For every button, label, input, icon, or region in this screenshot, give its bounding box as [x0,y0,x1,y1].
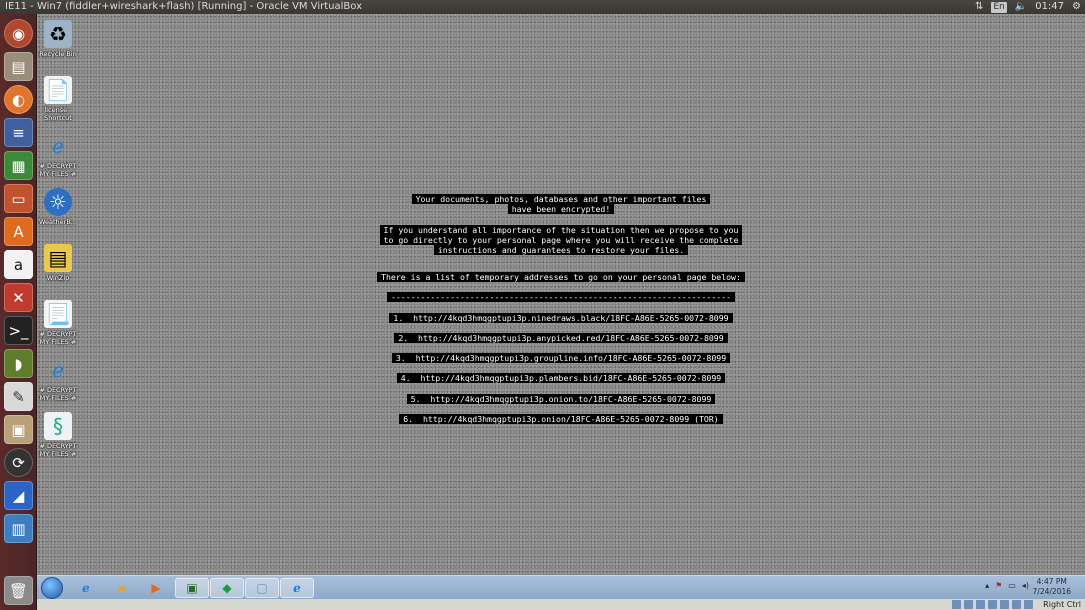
ransom-note-heading: Your documents, photos, databases and ot… [37,194,1085,214]
taskbar-internet-explorer-icon[interactable]: ℯ [69,578,103,598]
trash-icon[interactable]: 🗑 [4,576,33,605]
amazon-icon[interactable]: a [4,250,33,279]
taskbar-window-icon[interactable]: ▢ [245,578,279,598]
taskbar-explorer-icon[interactable]: ▰ [105,578,139,598]
tray-arrow-icon[interactable]: ▴ [985,581,989,590]
document-shortcut-icon: 📄 [44,76,72,104]
display-indicator-icon[interactable] [1000,600,1009,609]
ransom-line: to go directly to your personal page whe… [379,235,743,245]
volume-icon[interactable]: 🔈 [1015,0,1027,14]
virtualbox-icon[interactable]: ▥ [4,514,33,543]
ransom-note-separator: ----------------------------------------… [37,285,1085,304]
firefox-icon[interactable]: ◐ [4,85,33,114]
desktop-icon-license-shortcut[interactable]: 📄 license - Shortcut [36,76,80,122]
taskbar-media-player-icon[interactable]: ▶ [139,578,173,598]
recycle-bin-icon: ♻ [44,20,72,48]
ransom-link-3: 3. http://4kqd3hmqgptupi3p.groupline.inf… [37,346,1085,365]
taskbar-network-monitor-icon[interactable]: ▣ [175,578,209,598]
ransom-note-instructions: If you understand all importance of the … [37,225,1085,255]
ransom-line: If you understand all importance of the … [379,225,743,235]
virtualbox-status-bar: Right Ctrl [37,599,1085,610]
terminal-icon[interactable]: >_ [4,316,33,345]
ransom-link-4: 4. http://4kqd3hmqgptupi3p.plambers.bid/… [37,366,1085,385]
ransom-line: Your documents, photos, databases and ot… [411,194,711,204]
windows-taskbar: ℯ ▰ ▶ ▣ ◆ ▢ ℯ ▴ ⚑ ▭ ◂) 4:47 PM 7/24/2016 [37,575,1085,599]
host-key-label: Right Ctrl [1043,600,1081,609]
taskbar-fiddler-icon[interactable]: ◆ [210,578,244,598]
text-editor-icon[interactable]: ✎ [4,382,33,411]
ransom-link-1: 1. http://4kqd3hmqgptupi3p.ninedraws.bla… [37,306,1085,325]
files-icon[interactable]: ▤ [4,52,33,81]
tray-volume-icon[interactable]: ◂) [1022,581,1029,590]
system-settings-icon[interactable]: ✕ [4,283,33,312]
usb-indicator-icon[interactable] [976,600,985,609]
start-button[interactable] [41,577,63,599]
shared-folder-indicator-icon[interactable] [988,600,997,609]
window-title: IE11 - Win7 (fiddler+wireshark+flash) [R… [5,1,362,12]
software-center-icon[interactable]: A [4,217,33,246]
calc-icon[interactable]: ▦ [4,151,33,180]
top-panel-tray: ⇅ En 🔈 01:47 ⚙ [975,0,1081,14]
desktop-icon-recycle-bin[interactable]: ♻ Recycle Bin [36,20,80,58]
dash-home-icon[interactable]: ◉ [4,19,33,48]
hdd-indicator-icon[interactable] [952,600,961,609]
wireshark-icon[interactable]: ◗ [4,349,33,378]
ransom-link-2: 2. http://4kqd3hmqgptupi3p.anypicked.red… [37,326,1085,345]
archive-icon[interactable]: ▣ [4,415,33,444]
optical-indicator-icon[interactable] [964,600,973,609]
tray-flag-icon[interactable]: ⚑ [995,581,1002,590]
writer-icon[interactable]: ≡ [4,118,33,147]
taskbar-clock[interactable]: 4:47 PM 7/24/2016 [1033,577,1071,597]
mouse-integration-icon[interactable] [1024,600,1033,609]
impress-icon[interactable]: ▭ [4,184,33,213]
taskbar-internet-explorer-active-icon[interactable]: ℯ [280,578,314,598]
ubuntu-top-panel: IE11 - Win7 (fiddler+wireshark+flash) [R… [0,0,1085,14]
network-icon[interactable]: ⇅ [975,0,983,14]
keyboard-layout-indicator[interactable]: En [991,1,1007,13]
network-indicator-icon[interactable] [1012,600,1021,609]
browser-icon[interactable]: ◢ [4,481,33,510]
tray-network-icon[interactable]: ▭ [1008,581,1016,590]
desktop-icon-decrypt-files-1[interactable]: ℯ # DECRYPT MY FILES # [36,132,80,178]
ransom-line: instructions and guarantees to restore y… [433,245,689,255]
ransom-note-list-intro: There is a list of temporary addresses t… [37,265,1085,284]
unity-launcher: ◉ ▤ ◐ ≡ ▦ ▭ A a ✕ >_ ◗ ✎ ▣ ⟳ ◢ ▥ 🗑 [0,14,37,610]
ransom-link-6: 6. http://4kqd3hmqgptupi3p.onion/18FC-A8… [37,407,1085,426]
internet-explorer-icon: ℯ [52,134,64,158]
settings-gear-icon[interactable]: ⚙ [1072,0,1081,14]
ransom-line: have been encrypted! [507,204,615,214]
windows-desktop: ♻ Recycle Bin 📄 license - Shortcut ℯ # D… [37,14,1085,575]
update-manager-icon[interactable]: ⟳ [4,448,33,477]
top-panel-clock[interactable]: 01:47 [1035,0,1064,14]
ransom-link-5: 5. http://4kqd3hmqgptupi3p.onion.to/18FC… [37,387,1085,406]
system-tray: ▴ ⚑ ▭ ◂) [985,581,1029,590]
device-indicators [952,600,1033,609]
